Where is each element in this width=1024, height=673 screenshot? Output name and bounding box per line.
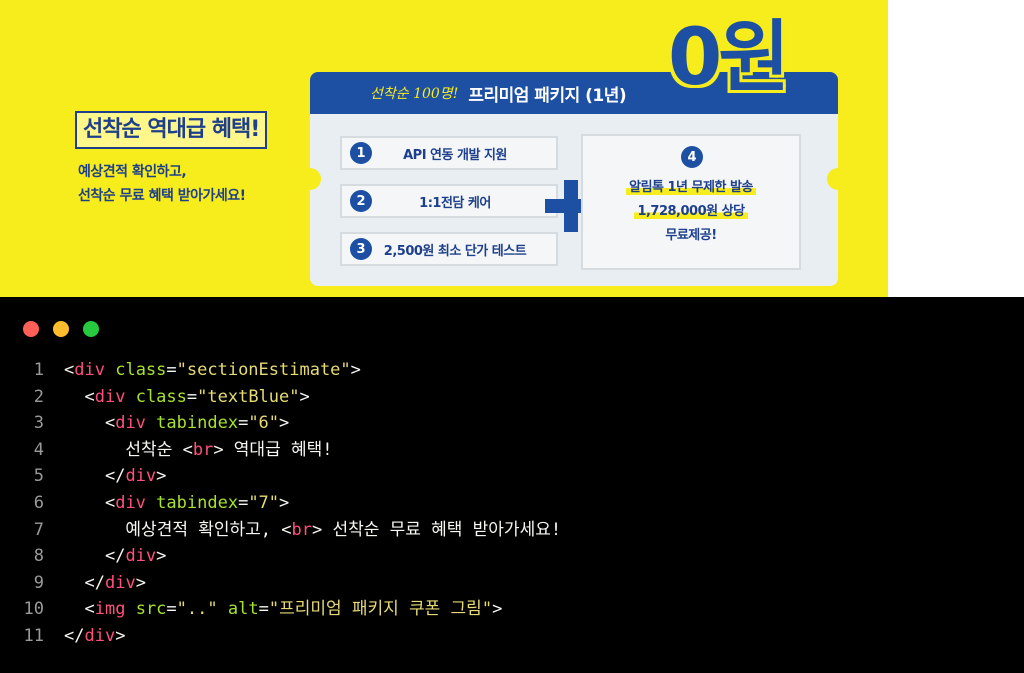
code-line: 10 <img src=".." alt="프리미엄 패키지 쿠폰 그림">	[0, 596, 1024, 623]
line-number: 1	[33, 360, 44, 380]
feature-item-2: 2 1:1전담 케어	[340, 184, 558, 218]
code-line: 9 </div>	[0, 570, 1024, 597]
coupon-notch-left	[299, 168, 321, 190]
feature-number-badge: 1	[350, 142, 372, 164]
line-number: 3	[33, 413, 44, 434]
coupon-tag: 선착순 100명!	[370, 86, 459, 102]
feature-number-badge: 2	[350, 190, 372, 212]
code-line: 4 선착순 <br> 역대급 혜택!	[0, 437, 1024, 464]
bonus-line-2: 1,728,000원 상당	[634, 204, 748, 219]
feature-label: 2,500원 최소 단가 테스트	[383, 243, 527, 259]
minimize-window-dot[interactable]	[53, 321, 69, 337]
maximize-window-dot[interactable]	[83, 321, 99, 337]
line-number: 6	[33, 492, 44, 513]
coupon-title: 프리미엄 패키지 (1년)	[468, 85, 627, 106]
banner-subtext-line1: 예상견적 확인하고,	[78, 164, 187, 180]
code-line: 3 <div tabindex="6">	[0, 410, 1024, 437]
code-line: 1 <div class="sectionEstimate">	[0, 357, 1024, 384]
code-block: 1 <div class="sectionEstimate"> 2 <div cl…	[0, 357, 1024, 650]
coupon-notch-right	[827, 168, 849, 190]
bonus-number-badge: 4	[681, 146, 703, 168]
bonus-line-3: 무료제공!	[665, 228, 717, 243]
line-number: 5	[33, 466, 44, 487]
promo-banner: 선착순 역대급 혜택! 예상견적 확인하고, 선착순 무료 혜택 받아가세요! …	[0, 0, 888, 297]
feature-label: 1:1전담 케어	[419, 195, 491, 211]
bonus-line-1: 알림톡 1년 무제한 발송	[626, 180, 756, 195]
line-number: 11	[23, 625, 44, 646]
feature-number-badge: 3	[350, 238, 372, 260]
banner-headline: 선착순 역대급 혜택!	[75, 111, 268, 149]
code-line: 11 </div>	[0, 623, 1024, 650]
banner-subtext-line2: 선착순 무료 혜택 받아가세요!	[78, 188, 246, 204]
coupon-price: 0원	[668, 13, 790, 103]
code-line: 2 <div class="textBlue">	[0, 384, 1024, 411]
line-number: 2	[33, 386, 44, 407]
line-number: 4	[33, 439, 44, 460]
code-editor: 1 <div class="sectionEstimate"> 2 <div cl…	[0, 297, 1024, 673]
line-number: 9	[33, 572, 44, 593]
bonus-box: 4 알림톡 1년 무제한 발송 1,728,000원 상당 무료제공!	[581, 134, 801, 270]
code-line: 5 </div>	[0, 463, 1024, 490]
line-number: 7	[33, 519, 44, 540]
feature-item-1: 1 API 연동 개발 지원	[340, 136, 558, 170]
line-number: 8	[33, 546, 44, 567]
right-blank-area	[888, 0, 1024, 297]
feature-label: API 연동 개발 지원	[403, 147, 507, 163]
line-number: 10	[23, 599, 44, 620]
feature-item-3: 3 2,500원 최소 단가 테스트	[340, 232, 558, 266]
banner-subtext: 예상견적 확인하고, 선착순 무료 혜택 받아가세요!	[78, 160, 246, 208]
code-line: 6 <div tabindex="7">	[0, 490, 1024, 517]
code-line: 8 </div>	[0, 543, 1024, 570]
close-window-dot[interactable]	[23, 321, 39, 337]
code-line: 7 예상견적 확인하고, <br> 선착순 무료 혜택 받아가세요!	[0, 517, 1024, 544]
